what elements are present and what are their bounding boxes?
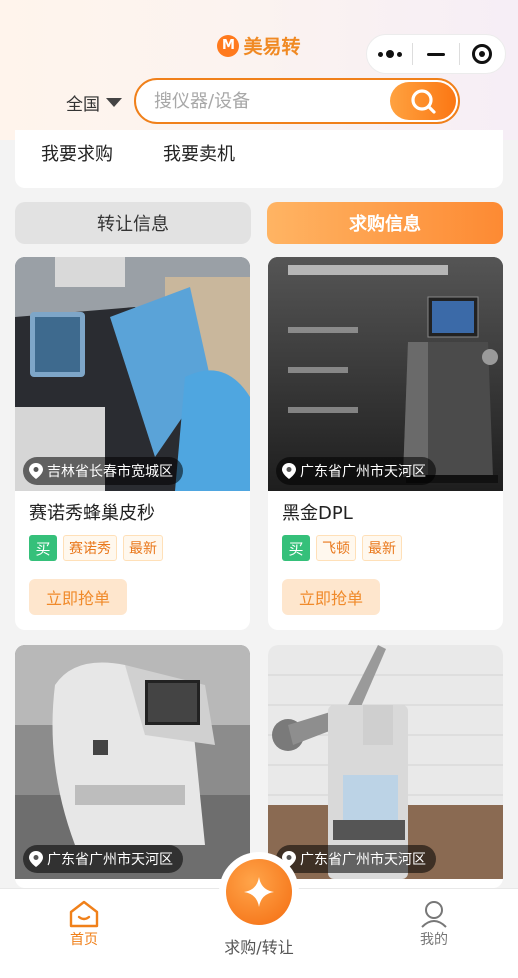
newest-tag: 最新 — [362, 535, 402, 561]
listing-photo: 广东省广州市天河区 — [15, 645, 250, 879]
listing-card[interactable]: 广东省广州市天河区 — [15, 645, 250, 888]
listing-title: 黑金DPL — [282, 503, 353, 524]
search-box — [134, 78, 460, 124]
listing-card[interactable]: 广东省广州市天河区 — [268, 645, 503, 888]
brand-tag: 赛诺秀 — [63, 535, 117, 561]
grab-order-button[interactable]: 立即抢单 — [282, 579, 380, 615]
listing-photo: 吉林省长春市宽城区 — [15, 257, 250, 491]
location-text: 广东省广州市天河区 — [300, 852, 426, 868]
center-action-wrap — [219, 852, 299, 932]
center-action-label: 求购/转让 — [224, 938, 294, 957]
quick-menu: 我要求购 我要卖机 — [15, 130, 503, 188]
listing-tags: 买 飞顿 最新 — [268, 527, 503, 561]
more-button[interactable] — [367, 35, 412, 73]
location-text: 吉林省长春市宽城区 — [47, 464, 173, 480]
buy-tag: 买 — [29, 535, 57, 561]
location-badge: 广东省广州市天河区 — [23, 845, 183, 873]
grab-order-button[interactable]: 立即抢单 — [29, 579, 127, 615]
target-close-icon — [472, 44, 493, 64]
search-button[interactable] — [390, 82, 456, 120]
listing-photo: 广东省广州市天河区 — [268, 645, 503, 879]
sparkle-plus-icon — [244, 877, 274, 907]
close-button[interactable] — [460, 35, 505, 73]
listing-tags: 买 赛诺秀 最新 — [15, 527, 250, 561]
location-pin-icon — [29, 851, 43, 867]
region-selector[interactable]: 全国 — [66, 90, 122, 115]
more-dots-icon — [377, 50, 402, 58]
mini-program-capsule — [366, 34, 506, 74]
brand-tag: 飞顿 — [316, 535, 356, 561]
region-label: 全国 — [66, 95, 100, 115]
search-input[interactable] — [154, 90, 374, 112]
home-icon — [69, 900, 99, 928]
user-icon — [421, 901, 447, 928]
app-title-text: 美易转 — [243, 36, 301, 58]
app-logo-icon: M — [217, 34, 240, 57]
listing-card[interactable]: 广东省广州市天河区 黑金DPL 买 飞顿 最新 立即抢单 — [268, 257, 503, 630]
location-badge: 吉林省长春市宽城区 — [23, 457, 183, 485]
location-badge: 广东省广州市天河区 — [276, 845, 436, 873]
location-badge: 广东省广州市天河区 — [276, 457, 436, 485]
search-icon — [411, 89, 436, 114]
buy-request-link[interactable]: 我要求购 — [41, 140, 113, 166]
minimize-icon — [426, 52, 445, 56]
location-text: 广东省广州市天河区 — [300, 464, 426, 480]
buy-tag: 买 — [282, 535, 310, 561]
minimize-button[interactable] — [413, 35, 458, 73]
location-pin-icon — [282, 463, 296, 479]
listing-card[interactable]: 吉林省长春市宽城区 赛诺秀蜂巢皮秒 买 赛诺秀 最新 立即抢单 — [15, 257, 250, 630]
location-pin-icon — [29, 463, 43, 479]
listing-title: 赛诺秀蜂巢皮秒 — [29, 503, 155, 524]
tab-buy-info[interactable]: 求购信息 — [267, 202, 503, 244]
caret-down-icon — [106, 98, 122, 107]
tab-transfer-info[interactable]: 转让信息 — [15, 202, 251, 244]
post-request-button[interactable] — [226, 859, 292, 925]
listing-photo: 广东省广州市天河区 — [268, 257, 503, 491]
location-text: 广东省广州市天河区 — [47, 852, 173, 868]
sell-machine-link[interactable]: 我要卖机 — [163, 140, 235, 166]
newest-tag: 最新 — [123, 535, 163, 561]
